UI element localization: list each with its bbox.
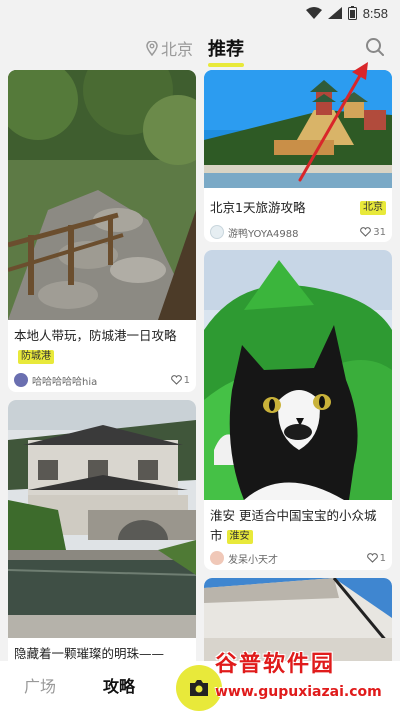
note-title: 淮安 更适合中国宝宝的小众城市 淮安 bbox=[204, 506, 392, 546]
location-tag: 防城港 bbox=[18, 350, 54, 364]
status-bar: 8:58 bbox=[0, 0, 400, 26]
note-meta: 游鸭YOYA4988 31 bbox=[204, 224, 392, 240]
author-name[interactable]: 发呆小天才 bbox=[228, 551, 367, 566]
note-title-text: 北京1天旅游攻略 bbox=[210, 200, 306, 215]
note-card[interactable]: 北京1天旅游攻略 北京 游鸭YOYA4988 31 bbox=[204, 70, 392, 242]
like-count: 1 bbox=[379, 552, 386, 564]
watermark-title: 谷普软件园 bbox=[215, 652, 336, 677]
site-watermark: 谷普软件园 www.gupuxiazai.com bbox=[215, 646, 400, 711]
search-icon bbox=[366, 38, 384, 56]
heart-icon bbox=[170, 375, 182, 385]
feed[interactable]: 本地人带玩，防城港一日攻略防城港 哈哈哈哈哈hia 1 隐藏着一颗璀璨的明珠——… bbox=[0, 70, 400, 661]
clock: 8:58 bbox=[362, 5, 388, 21]
like-button[interactable]: 1 bbox=[170, 374, 190, 386]
avatar[interactable] bbox=[210, 225, 224, 239]
note-meta: 发呆小天才 1 bbox=[204, 550, 392, 566]
tab-recommend-label: 推荐 bbox=[208, 39, 244, 60]
location-selector[interactable]: 北京 bbox=[146, 36, 193, 60]
heart-icon bbox=[360, 227, 372, 237]
note-card[interactable]: 本地人带玩，防城港一日攻略防城港 哈哈哈哈哈hia 1 bbox=[8, 70, 196, 392]
note-meta: 哈哈哈哈哈hia 1 bbox=[8, 372, 196, 388]
signal-icon bbox=[327, 7, 342, 19]
camera-icon bbox=[190, 680, 208, 696]
top-nav: 北京 推荐 bbox=[0, 30, 400, 67]
author-name[interactable]: 哈哈哈哈哈hia bbox=[32, 373, 171, 388]
like-button[interactable]: 1 bbox=[366, 552, 386, 564]
battery-icon bbox=[347, 6, 357, 20]
note-title-text: 隐藏着一颗璀璨的明珠—— bbox=[14, 646, 165, 661]
avatar[interactable] bbox=[210, 551, 224, 565]
like-count: 1 bbox=[183, 374, 190, 386]
note-title: 北京1天旅游攻略 北京 bbox=[204, 198, 392, 218]
wifi-icon bbox=[305, 7, 322, 19]
note-card[interactable]: 淮安 更适合中国宝宝的小众城市 淮安 发呆小天才 1 bbox=[204, 250, 392, 570]
location-tag: 淮安 bbox=[226, 530, 253, 544]
note-cover-image bbox=[204, 250, 392, 500]
note-title: 隐藏着一颗璀璨的明珠——衢州 bbox=[8, 644, 196, 661]
heart-icon bbox=[366, 553, 378, 563]
tab-recommend[interactable]: 推荐 bbox=[208, 35, 244, 67]
avatar[interactable] bbox=[14, 373, 28, 387]
nav-square[interactable]: 广场 bbox=[24, 673, 56, 697]
note-cover-image bbox=[8, 70, 196, 320]
location-pin-icon bbox=[146, 40, 158, 56]
search-button[interactable] bbox=[364, 36, 386, 58]
like-button[interactable]: 31 bbox=[360, 227, 386, 238]
note-title: 本地人带玩，防城港一日攻略防城港 bbox=[8, 326, 196, 366]
active-tab-indicator bbox=[208, 63, 244, 67]
location-label: 北京 bbox=[161, 40, 194, 59]
note-title-text: 本地人带玩，防城港一日攻略 bbox=[14, 328, 177, 343]
note-cover-image bbox=[204, 70, 392, 188]
like-count: 31 bbox=[373, 226, 386, 238]
note-card[interactable]: 隐藏着一颗璀璨的明珠——衢州 bbox=[8, 400, 196, 661]
note-cover-image bbox=[8, 400, 196, 638]
nav-guide[interactable]: 攻略 bbox=[103, 673, 135, 697]
location-tag: 北京 bbox=[360, 201, 386, 215]
author-name[interactable]: 游鸭YOYA4988 bbox=[228, 225, 360, 240]
watermark-url: www.gupuxiazai.com bbox=[215, 684, 382, 700]
